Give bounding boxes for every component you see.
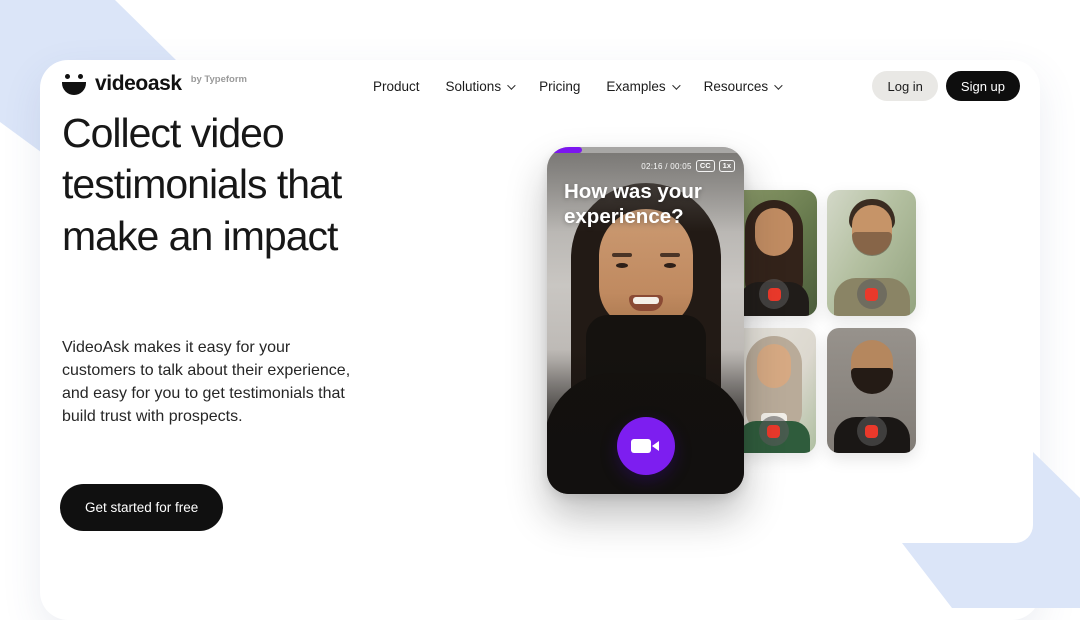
login-button[interactable]: Log in <box>872 71 937 101</box>
captions-toggle[interactable]: CC <box>696 160 715 172</box>
signup-button[interactable]: Sign up <box>946 71 1020 101</box>
record-indicator-icon <box>759 279 789 309</box>
chevron-down-icon <box>507 81 515 89</box>
decor-notch-mask <box>997 507 1033 543</box>
page-title: Collect video testimonials that make an … <box>62 108 352 262</box>
record-indicator-icon <box>759 416 789 446</box>
auth-buttons: Log in Sign up <box>872 71 1020 101</box>
brand-wordmark: videoask <box>95 72 182 96</box>
videoask-logo[interactable]: videoask by Typeform <box>62 72 247 96</box>
record-indicator-icon <box>857 279 887 309</box>
nav-item-pricing[interactable]: Pricing <box>539 79 580 94</box>
nav-item-solutions[interactable]: Solutions <box>446 79 514 94</box>
nav-item-examples[interactable]: Examples <box>606 79 677 94</box>
byline-typeform: by Typeform <box>191 74 247 85</box>
video-camera-icon <box>631 439 661 453</box>
nav-item-resources[interactable]: Resources <box>704 79 781 94</box>
phone-video-mockup[interactable]: 02:16 / 00:05 CC 1x How was your experie… <box>547 147 744 494</box>
video-progress-bar[interactable] <box>547 147 744 153</box>
record-video-button[interactable] <box>617 417 675 475</box>
get-started-button[interactable]: Get started for free <box>60 484 223 531</box>
video-meta-row: 02:16 / 00:05 CC 1x <box>641 160 735 172</box>
main-nav: Product Solutions Pricing Examples Resou… <box>373 79 780 94</box>
record-indicator-icon <box>857 416 887 446</box>
hero-description: VideoAsk makes it easy for your customer… <box>62 336 367 428</box>
playback-speed-toggle[interactable]: 1x <box>719 160 735 172</box>
testimonial-thumbnail-4[interactable] <box>827 328 916 453</box>
smiley-logo-icon <box>62 74 86 96</box>
testimonial-thumbnail-2[interactable] <box>827 190 916 316</box>
video-question-overlay: How was your experience? <box>564 180 722 229</box>
video-progress-fill <box>547 147 582 153</box>
nav-item-product[interactable]: Product <box>373 79 420 94</box>
video-timestamp: 02:16 / 00:05 <box>641 162 692 171</box>
chevron-down-icon <box>672 81 680 89</box>
